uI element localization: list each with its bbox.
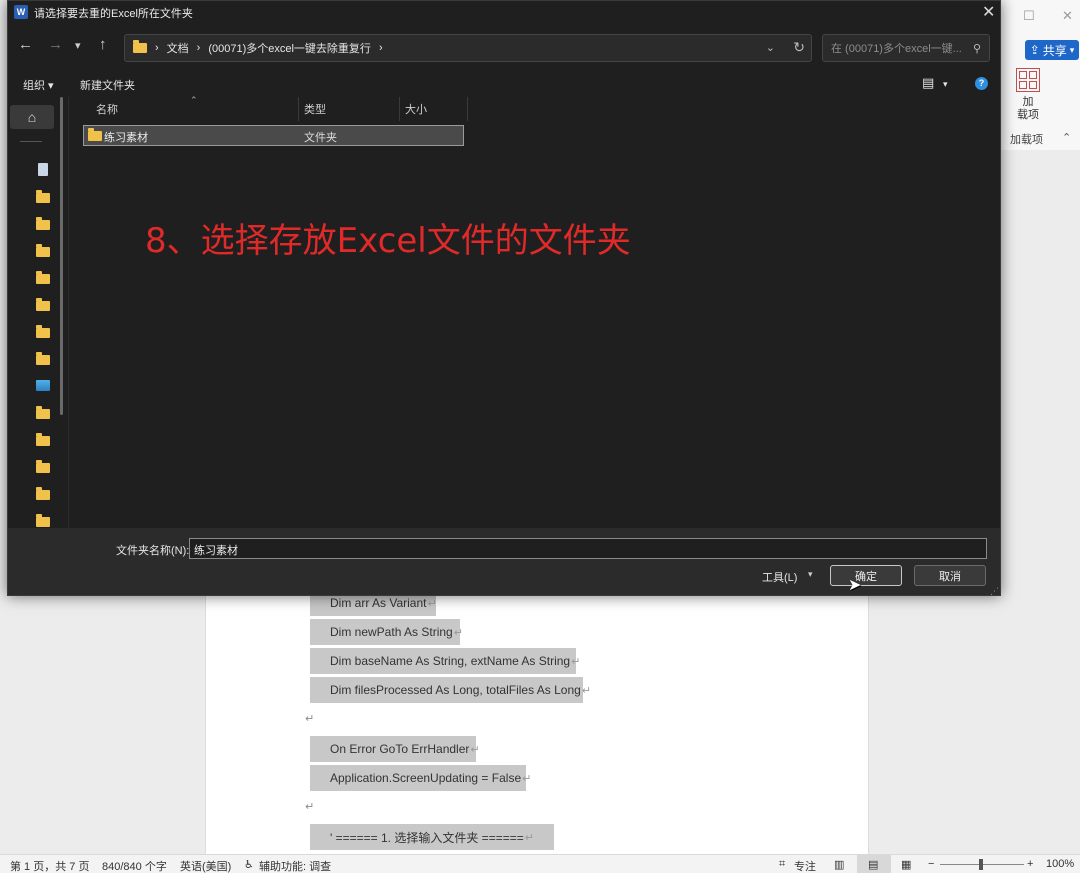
maximize-icon[interactable]: ☐ bbox=[1023, 8, 1035, 24]
column-header-type[interactable]: 类型 bbox=[304, 101, 326, 117]
folder-icon[interactable] bbox=[36, 271, 50, 284]
help-icon[interactable]: ? bbox=[975, 77, 988, 90]
navigation-bar: ← → ▾ ↑ › 文档 › (00071)多个excel一键去除重复行 › ⌄… bbox=[8, 23, 1000, 69]
folder-icon[interactable] bbox=[36, 325, 50, 338]
folder-name-input[interactable]: 练习素材 bbox=[189, 538, 987, 559]
print-layout-icon[interactable]: ▤ bbox=[868, 858, 878, 871]
up-arrow-icon[interactable]: ↑ bbox=[99, 36, 107, 53]
focus-icon: ⌗ bbox=[779, 858, 786, 870]
file-list: ⌃ 名称 类型 大小 练习素材 文件夹 bbox=[70, 95, 1000, 528]
back-arrow-icon[interactable]: ← bbox=[18, 36, 33, 53]
new-folder-button[interactable]: 新建文件夹 bbox=[80, 77, 135, 93]
nav-scrollbar[interactable] bbox=[60, 97, 63, 415]
search-icon: ⚲ bbox=[972, 42, 981, 55]
refresh-icon[interactable]: ↻ bbox=[793, 39, 805, 56]
code-line[interactable]: Dim baseName As String, extName As Strin… bbox=[310, 648, 580, 674]
column-divider[interactable] bbox=[298, 97, 299, 121]
cancel-button[interactable]: 取消 bbox=[914, 565, 986, 586]
read-mode-icon[interactable]: ▥ bbox=[834, 858, 844, 871]
code-line[interactable]: ' ====== 1. 选择输入文件夹 ====== ↵ bbox=[310, 824, 554, 850]
share-button[interactable]: ⇪ 共享 ▾ bbox=[1025, 40, 1079, 60]
breadcrumb-separator-icon: › bbox=[378, 42, 383, 54]
addins-icon bbox=[1016, 68, 1040, 92]
code-line[interactable]: Dim newPath As String ↵ bbox=[310, 619, 463, 645]
mouse-cursor-icon: ➤ bbox=[848, 577, 862, 594]
folder-icon[interactable] bbox=[36, 460, 50, 473]
zoom-in-icon[interactable]: + bbox=[1027, 858, 1033, 870]
pictures-icon[interactable] bbox=[36, 380, 50, 391]
ok-button[interactable]: 确定 bbox=[830, 565, 902, 586]
code-line[interactable]: Dim filesProcessed As Long, totalFiles A… bbox=[310, 677, 591, 703]
folder-icon[interactable] bbox=[36, 487, 50, 500]
accessibility-status[interactable]: 辅助功能: 调查 bbox=[259, 858, 331, 873]
share-icon: ⇪ bbox=[1029, 43, 1040, 57]
close-icon[interactable]: ✕ bbox=[982, 2, 995, 22]
folder-icon[interactable] bbox=[36, 406, 50, 419]
page-count[interactable]: 第 1 页，共 7 页 bbox=[10, 858, 89, 873]
ribbon-group-label: 加载项 bbox=[1010, 134, 1043, 146]
folder-icon bbox=[133, 40, 147, 53]
view-options-icon[interactable]: ▤ bbox=[922, 75, 934, 91]
navigation-pane: ⌂ bbox=[8, 97, 69, 528]
folder-icon[interactable] bbox=[36, 352, 50, 365]
word-count[interactable]: 840/840 个字 bbox=[102, 858, 167, 873]
focus-button[interactable]: 专注 bbox=[794, 858, 816, 873]
breadcrumb-separator-icon: › bbox=[155, 42, 159, 54]
forward-arrow-icon[interactable]: → bbox=[48, 36, 63, 53]
close-icon[interactable]: ✕ bbox=[1062, 8, 1073, 24]
column-divider[interactable] bbox=[467, 97, 468, 121]
chevron-down-icon[interactable]: ⌄ bbox=[766, 41, 775, 54]
empty-paragraph: ↵ bbox=[305, 713, 315, 725]
folder-icon[interactable] bbox=[36, 190, 50, 203]
accessibility-icon: ♿ bbox=[244, 859, 254, 871]
addins-button[interactable]: 加 载项 bbox=[1008, 66, 1048, 128]
folder-icon[interactable] bbox=[36, 298, 50, 311]
code-line[interactable]: On Error GoTo ErrHandler ↵ bbox=[310, 736, 480, 762]
sort-ascending-icon: ⌃ bbox=[190, 95, 198, 105]
column-divider[interactable] bbox=[399, 97, 400, 121]
folder-icon[interactable] bbox=[36, 217, 50, 230]
list-item[interactable]: 练习素材 文件夹 bbox=[83, 125, 464, 146]
web-layout-icon[interactable]: ▦ bbox=[901, 858, 911, 871]
status-bar: 第 1 页，共 7 页 840/840 个字 英语(美国) ♿ 辅助功能: 调查… bbox=[0, 854, 1080, 873]
word-app-icon: W bbox=[14, 5, 28, 19]
chevron-down-icon[interactable]: ▾ bbox=[943, 79, 948, 90]
divider bbox=[20, 141, 42, 142]
command-bar: 组织 ▾ 新建文件夹 ▤ ▾ ? bbox=[8, 69, 1000, 97]
zoom-slider-thumb[interactable] bbox=[979, 859, 983, 870]
column-header-name[interactable]: 名称 bbox=[96, 101, 118, 117]
empty-paragraph: ↵ bbox=[305, 801, 315, 813]
column-header-size[interactable]: 大小 bbox=[405, 101, 427, 117]
recent-locations-chevron-icon[interactable]: ▾ bbox=[75, 39, 81, 52]
tools-button[interactable]: 工具(L) bbox=[762, 569, 797, 585]
chevron-down-icon[interactable]: ▾ bbox=[808, 569, 813, 580]
code-line[interactable]: Application.ScreenUpdating = False ↵ bbox=[310, 765, 531, 791]
zoom-out-icon[interactable]: − bbox=[928, 858, 934, 870]
breadcrumb-item[interactable]: (00071)多个excel一键去除重复行 bbox=[208, 40, 371, 56]
file-type: 文件夹 bbox=[304, 132, 337, 144]
dialog-title: 请选择要去重的Excel所在文件夹 bbox=[34, 8, 193, 20]
address-bar[interactable]: › 文档 › (00071)多个excel一键去除重复行 › ⌄ ↻ bbox=[124, 34, 812, 62]
zoom-level[interactable]: 100% bbox=[1046, 858, 1074, 870]
folder-picker-dialog: W 请选择要去重的Excel所在文件夹 ✕ ← → ▾ ↑ › 文档 › (00… bbox=[7, 0, 1001, 596]
folder-icon bbox=[88, 128, 102, 141]
ribbon-collapse-icon[interactable]: ⌃ bbox=[1062, 131, 1071, 144]
folder-icon[interactable] bbox=[36, 244, 50, 257]
folder-icon[interactable] bbox=[36, 514, 50, 527]
file-name: 练习素材 bbox=[104, 132, 148, 144]
breadcrumb-separator-icon: › bbox=[196, 42, 201, 54]
language[interactable]: 英语(美国) bbox=[180, 858, 231, 873]
search-input[interactable]: 在 (00071)多个excel一键... ⚲ bbox=[822, 34, 990, 62]
breadcrumb-item[interactable]: 文档 bbox=[167, 40, 189, 56]
dialog-titlebar[interactable]: W 请选择要去重的Excel所在文件夹 ✕ bbox=[8, 1, 1000, 23]
document-icon[interactable] bbox=[38, 163, 48, 176]
folder-name-label: 文件夹名称(N): bbox=[116, 545, 190, 557]
resize-grip-icon[interactable]: ⋰ bbox=[990, 586, 999, 597]
organize-button[interactable]: 组织 ▾ bbox=[23, 77, 54, 93]
tutorial-annotation: 8、选择存放Excel文件的文件夹 bbox=[145, 221, 631, 261]
home-icon[interactable]: ⌂ bbox=[10, 105, 54, 129]
chevron-down-icon: ▾ bbox=[1069, 44, 1075, 55]
folder-icon[interactable] bbox=[36, 433, 50, 446]
